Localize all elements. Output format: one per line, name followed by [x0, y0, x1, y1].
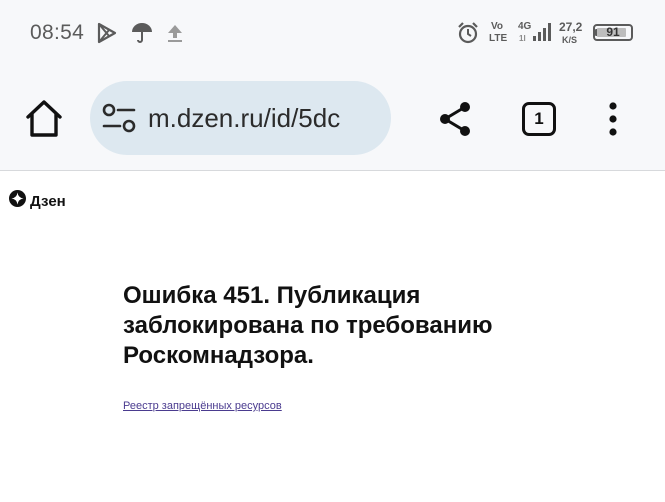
- home-icon: [22, 100, 66, 145]
- network-speed-unit: K/S: [562, 35, 578, 45]
- network-speed-value: 27,2: [559, 20, 583, 34]
- share-icon: [436, 102, 474, 143]
- play-store-icon: [96, 22, 118, 49]
- volte-label: Vo: [491, 21, 504, 32]
- network-4g-label: 4G: [518, 21, 532, 32]
- browser-screen: 08:54 Vo LTE 4G 1l 27,2 K/S 91 m.dzen.ru…: [0, 0, 665, 502]
- url-text[interactable]: m.dzen.ru/id/5dc: [148, 103, 340, 134]
- alarm-icon: [456, 21, 480, 50]
- error-message: Ошибка 451. Публикация заблокирована по …: [123, 282, 493, 369]
- status-time: 08:54: [30, 21, 85, 44]
- battery-percent: 91: [606, 25, 620, 39]
- tabs-button[interactable]: 1: [522, 102, 556, 136]
- site-settings-icon[interactable]: [100, 101, 138, 140]
- umbrella-icon: [131, 22, 153, 49]
- more-options-button[interactable]: [604, 101, 622, 142]
- home-button[interactable]: [22, 97, 66, 141]
- address-bar[interactable]: m.dzen.ru/id/5dc: [90, 81, 391, 155]
- more-vert-icon: [604, 102, 622, 141]
- upload-icon: [165, 22, 185, 49]
- battery-icon: 91: [593, 24, 633, 41]
- dzen-logo[interactable]: Дзен: [9, 190, 66, 212]
- network-activity-label: 1l: [519, 34, 526, 43]
- blocked-registry-link[interactable]: Реестр запрещённых ресурсов: [123, 400, 282, 412]
- tab-count: 1: [534, 109, 544, 128]
- lte-label: LTE: [489, 33, 508, 44]
- dzen-logo-icon: [9, 190, 26, 212]
- toolbar-divider: [0, 170, 665, 171]
- share-button[interactable]: [436, 99, 474, 144]
- dzen-logo-text: Дзен: [30, 192, 66, 210]
- signal-icon: [532, 22, 552, 47]
